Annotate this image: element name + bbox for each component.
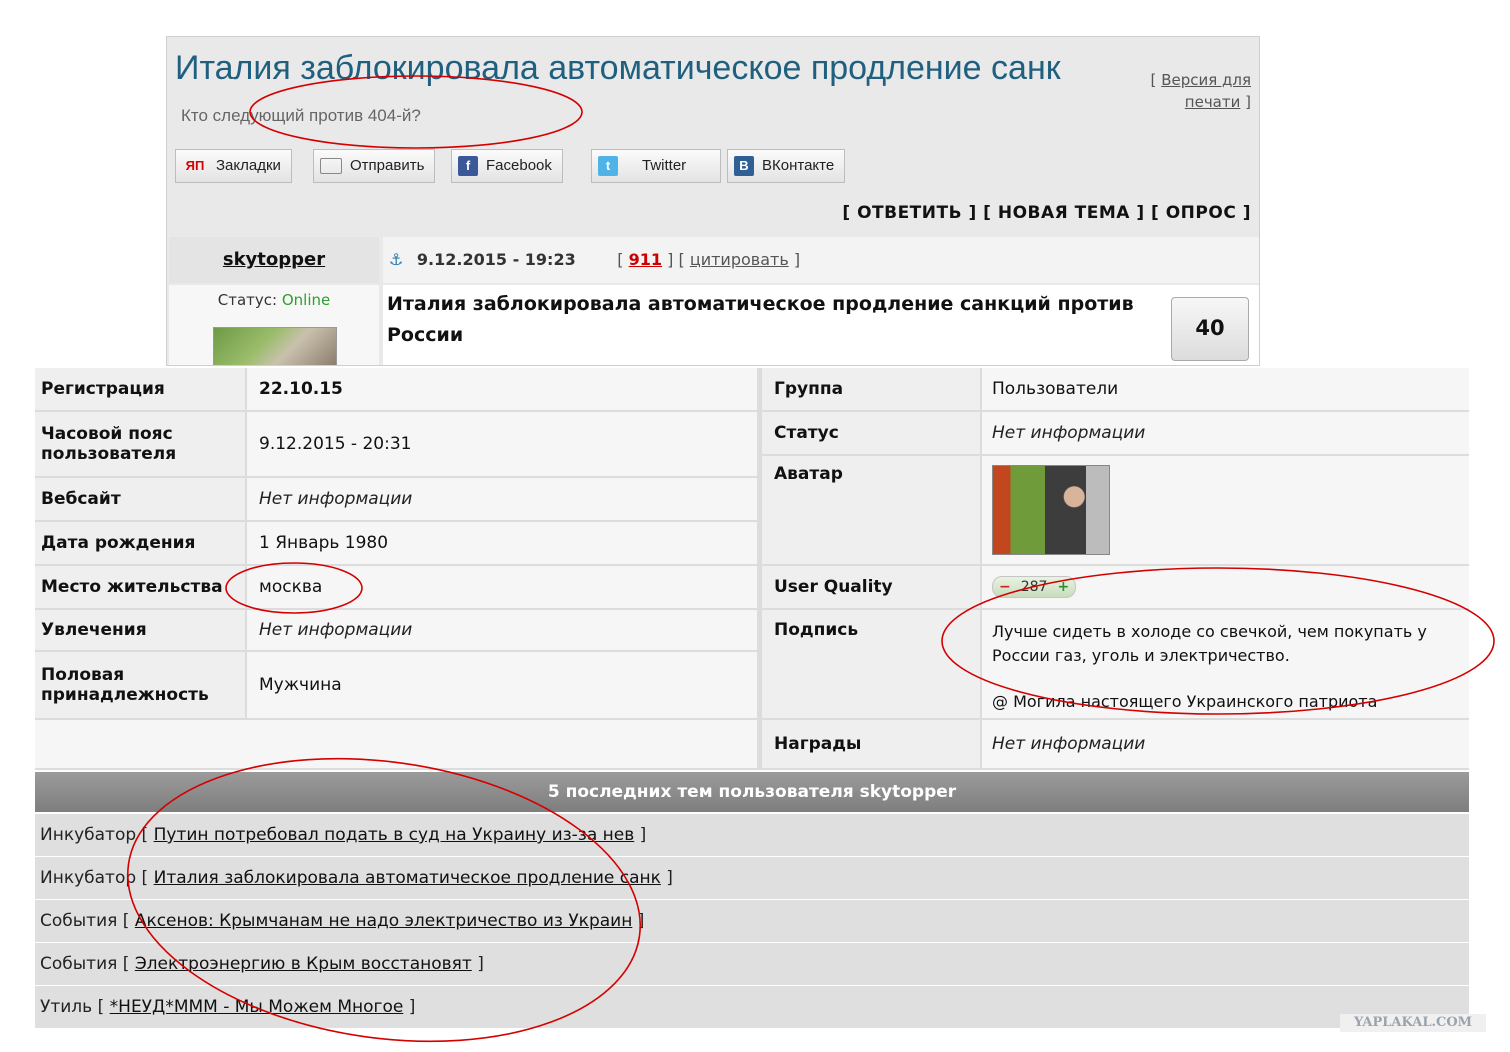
topic-panel: Италия заблокировала автоматическое прод… bbox=[166, 36, 1260, 366]
status-online: Online bbox=[281, 291, 331, 309]
twitter-button[interactable]: t Twitter bbox=[591, 149, 721, 183]
website-value: Нет информации bbox=[247, 478, 757, 520]
bracket-sep: ] [ bbox=[667, 250, 685, 269]
print-bracket-open: [ bbox=[1150, 71, 1157, 89]
reg-label: Регистрация bbox=[35, 368, 245, 410]
timezone-label: Часовой пояс пользователя bbox=[35, 412, 245, 476]
topic-link[interactable]: Аксенов: Крымчанам не надо электричество… bbox=[135, 911, 633, 931]
bookmarks-label: Закладки bbox=[216, 157, 281, 174]
status-field-label: Статус bbox=[762, 412, 980, 454]
post-number-link[interactable]: 911 bbox=[629, 250, 662, 269]
topic-section: Инкубатор bbox=[40, 868, 137, 888]
vk-button[interactable]: B ВКонтакте bbox=[727, 149, 846, 183]
bookmarks-button[interactable]: ЯП Закладки bbox=[175, 149, 292, 183]
hobbies-value: Нет информации bbox=[247, 610, 757, 650]
post-author-cell: skytopper bbox=[169, 237, 379, 283]
topic-row: События [ Аксенов: Крымчанам не надо эле… bbox=[35, 900, 1469, 942]
avatar-label: Аватар bbox=[762, 456, 980, 564]
birthday-value: 1 Январь 1980 bbox=[247, 522, 757, 564]
profile-table: Регистрация 22.10.15 Часовой пояс пользо… bbox=[35, 368, 1469, 770]
post-links: [ 911 ] [ цитировать ] bbox=[617, 250, 800, 269]
topic-section: Инкубатор bbox=[40, 825, 137, 845]
site-watermark: YAPLAKAL.COM bbox=[1340, 1014, 1486, 1032]
status-label: Статус: bbox=[217, 291, 278, 309]
topic-link[interactable]: *НЕУД*МММ - Мы Можем Многое bbox=[110, 997, 404, 1017]
topic-link[interactable]: Путин потребовал подать в суд на Украину… bbox=[154, 825, 635, 845]
awards-label: Награды bbox=[762, 720, 980, 768]
group-label: Группа bbox=[762, 368, 980, 410]
signature-cell: Лучше сидеть в холоде со свечкой, чем по… bbox=[982, 610, 1469, 718]
awards-value: Нет информации bbox=[982, 720, 1469, 768]
topic-link[interactable]: Италия заблокировала автоматическое прод… bbox=[154, 868, 661, 888]
uq-value: 287 bbox=[1020, 579, 1048, 595]
hobbies-label: Увлечения bbox=[35, 610, 245, 650]
print-version: [ Версия для печати ] bbox=[1121, 69, 1251, 113]
birthday-label: Дата рождения bbox=[35, 522, 245, 564]
yaplakal-icon: ЯП bbox=[185, 158, 205, 174]
twitter-label: Twitter bbox=[642, 157, 687, 174]
group-value: Пользователи bbox=[982, 368, 1469, 410]
uq-cell: − 287 + bbox=[982, 566, 1469, 608]
topic-link[interactable]: Электроэнергию в Крым восстановят bbox=[135, 954, 472, 974]
signature-author: @ Могила настоящего Украинского патриота bbox=[992, 692, 1378, 711]
bracket-open: [ bbox=[617, 250, 624, 269]
left-empty-row bbox=[35, 720, 757, 768]
quote-link[interactable]: цитировать bbox=[690, 250, 789, 269]
facebook-icon: f bbox=[458, 156, 478, 177]
post-meta: ⚓ 9.12.2015 - 19:23 [ 911 ] [ цитировать… bbox=[383, 237, 1259, 283]
status-field-value: Нет информации bbox=[982, 412, 1469, 454]
signature-label: Подпись bbox=[762, 610, 980, 718]
uq-minus-button[interactable]: − bbox=[999, 579, 1011, 595]
uq-plus-button[interactable]: + bbox=[1057, 579, 1069, 595]
topic-row: Инкубатор [ Италия заблокировала автомат… bbox=[35, 857, 1469, 899]
topic-title-text: Италия заблокировала автоматическое прод… bbox=[175, 49, 1061, 87]
timezone-value: 9.12.2015 - 20:31 bbox=[247, 412, 757, 476]
uq-label: User Quality bbox=[762, 566, 980, 608]
reg-value: 22.10.15 bbox=[247, 368, 757, 410]
website-label: Вебсайт bbox=[35, 478, 245, 520]
gender-value: Мужчина bbox=[247, 652, 757, 718]
facebook-button[interactable]: f Facebook bbox=[451, 149, 563, 183]
location-value: москва bbox=[247, 566, 757, 608]
send-label: Отправить bbox=[350, 157, 425, 174]
anchor-icon[interactable]: ⚓ bbox=[389, 250, 403, 269]
post-datetime: 9.12.2015 - 19:23 bbox=[416, 250, 576, 269]
author-avatar-small[interactable] bbox=[213, 327, 337, 365]
send-button[interactable]: Отправить bbox=[313, 149, 436, 183]
topic-row: События [ Электроэнергию в Крым восстано… bbox=[35, 943, 1469, 985]
envelope-icon bbox=[320, 158, 342, 175]
topic-actions[interactable]: [ ОТВЕТИТЬ ] [ НОВАЯ ТЕМА ] [ ОПРОС ] bbox=[842, 203, 1251, 223]
vk-icon: B bbox=[734, 156, 754, 177]
topic-subtitle: Кто следующий против 404-й? bbox=[181, 106, 421, 125]
topic-section: События bbox=[40, 954, 118, 974]
signature-text: Лучше сидеть в холоде со свечкой, чем по… bbox=[992, 622, 1427, 665]
topic-row: Инкубатор [ Путин потребовал подать в су… bbox=[35, 814, 1469, 856]
post-title: Италия заблокировала автоматическое прод… bbox=[387, 293, 1134, 346]
status-line: Статус: Online bbox=[169, 291, 379, 309]
print-bracket-close: ] bbox=[1245, 93, 1251, 111]
avatar-cell bbox=[982, 456, 1469, 564]
user-avatar[interactable] bbox=[992, 465, 1110, 555]
post-rating[interactable]: 40 bbox=[1171, 297, 1249, 361]
post-author-link[interactable]: skytopper bbox=[223, 249, 325, 270]
topic-section: События bbox=[40, 911, 118, 931]
bracket-close: ] bbox=[793, 250, 801, 269]
print-version-link[interactable]: Версия для печати bbox=[1161, 71, 1251, 111]
vk-label: ВКонтакте bbox=[762, 157, 835, 174]
location-label: Место жительства bbox=[35, 566, 245, 608]
twitter-icon: t bbox=[598, 156, 618, 177]
topic-row: Утиль [ *НЕУД*МММ - Мы Можем Многое ] bbox=[35, 986, 1469, 1028]
gender-label: Половая принадлежность bbox=[35, 652, 245, 718]
facebook-label: Facebook bbox=[486, 157, 552, 174]
last-topics-header: 5 последних тем пользователя skytopper bbox=[35, 772, 1469, 812]
topic-title: Италия заблокировала автоматическое прод… bbox=[175, 47, 1075, 137]
user-quality-widget: − 287 + bbox=[992, 576, 1077, 598]
topic-section: Утиль bbox=[40, 997, 93, 1017]
